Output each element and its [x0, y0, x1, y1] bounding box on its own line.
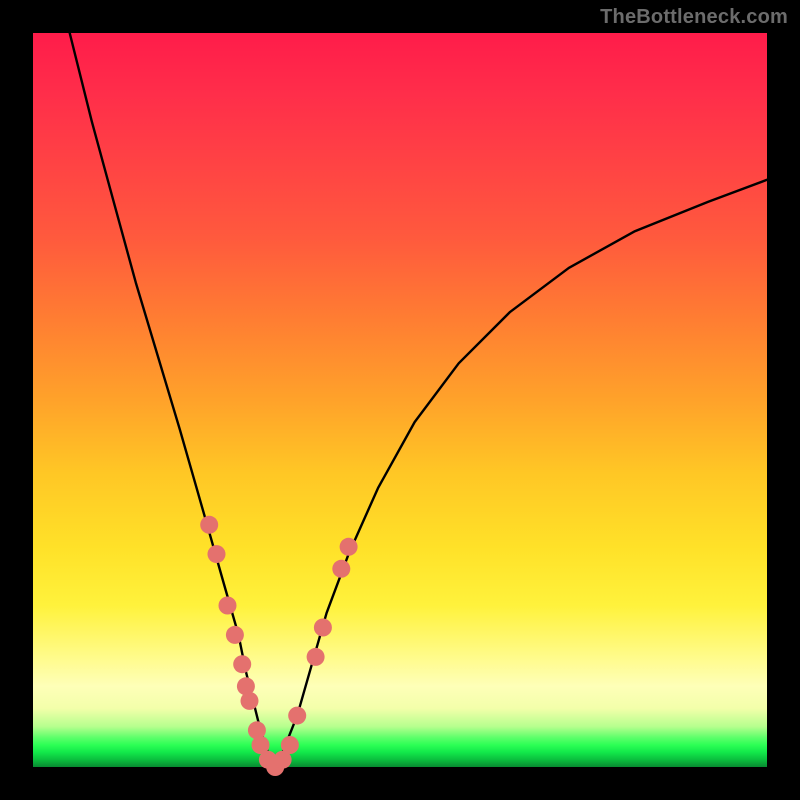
bottleneck-curve [70, 33, 767, 767]
curve-marker [208, 545, 226, 563]
curve-marker [332, 560, 350, 578]
chart-frame: TheBottleneck.com [0, 0, 800, 800]
curve-marker [314, 619, 332, 637]
curve-marker [340, 538, 358, 556]
curve-marker [241, 692, 259, 710]
marker-group [200, 516, 357, 776]
curve-marker [219, 597, 237, 615]
curve-marker [281, 736, 299, 754]
curve-marker [233, 655, 251, 673]
watermark-text: TheBottleneck.com [600, 6, 788, 29]
curve-marker [226, 626, 244, 644]
chart-overlay [33, 33, 767, 767]
curve-marker [307, 648, 325, 666]
curve-marker [288, 707, 306, 725]
plot-area [33, 33, 767, 767]
curve-marker [200, 516, 218, 534]
